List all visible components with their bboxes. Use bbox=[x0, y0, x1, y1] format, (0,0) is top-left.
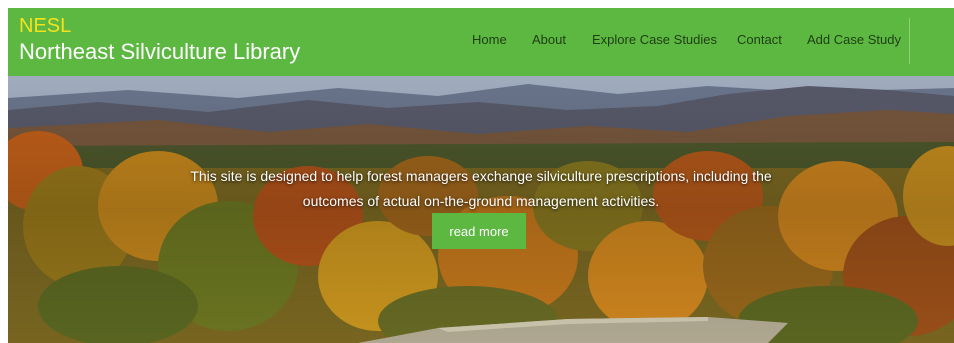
hero-description-line-2: outcomes of actual on-the-ground managem… bbox=[302, 193, 660, 209]
nav-home-link[interactable]: Home bbox=[472, 31, 507, 49]
site-logo-abbreviation[interactable]: NESL bbox=[19, 14, 71, 38]
nav-add-case-study-link[interactable]: Add Case Study bbox=[807, 31, 901, 49]
hero-description-line-1: This site is designed to help forest man… bbox=[190, 168, 772, 184]
nav-contact-link[interactable]: Contact bbox=[737, 31, 782, 49]
page-frame: NESL Northeast Silviculture Library Home… bbox=[8, 8, 954, 343]
read-more-button[interactable]: read more bbox=[432, 213, 526, 249]
header-navbar: NESL Northeast Silviculture Library Home… bbox=[8, 8, 954, 76]
hero-banner: This site is designed to help forest man… bbox=[8, 76, 954, 343]
hero-description: This site is designed to help forest man… bbox=[128, 164, 834, 214]
nav-divider bbox=[909, 18, 910, 64]
nav-explore-case-studies-link[interactable]: Explore Case Studies bbox=[592, 31, 717, 49]
nav-about-link[interactable]: About bbox=[532, 31, 566, 49]
site-title[interactable]: Northeast Silviculture Library bbox=[19, 38, 300, 66]
